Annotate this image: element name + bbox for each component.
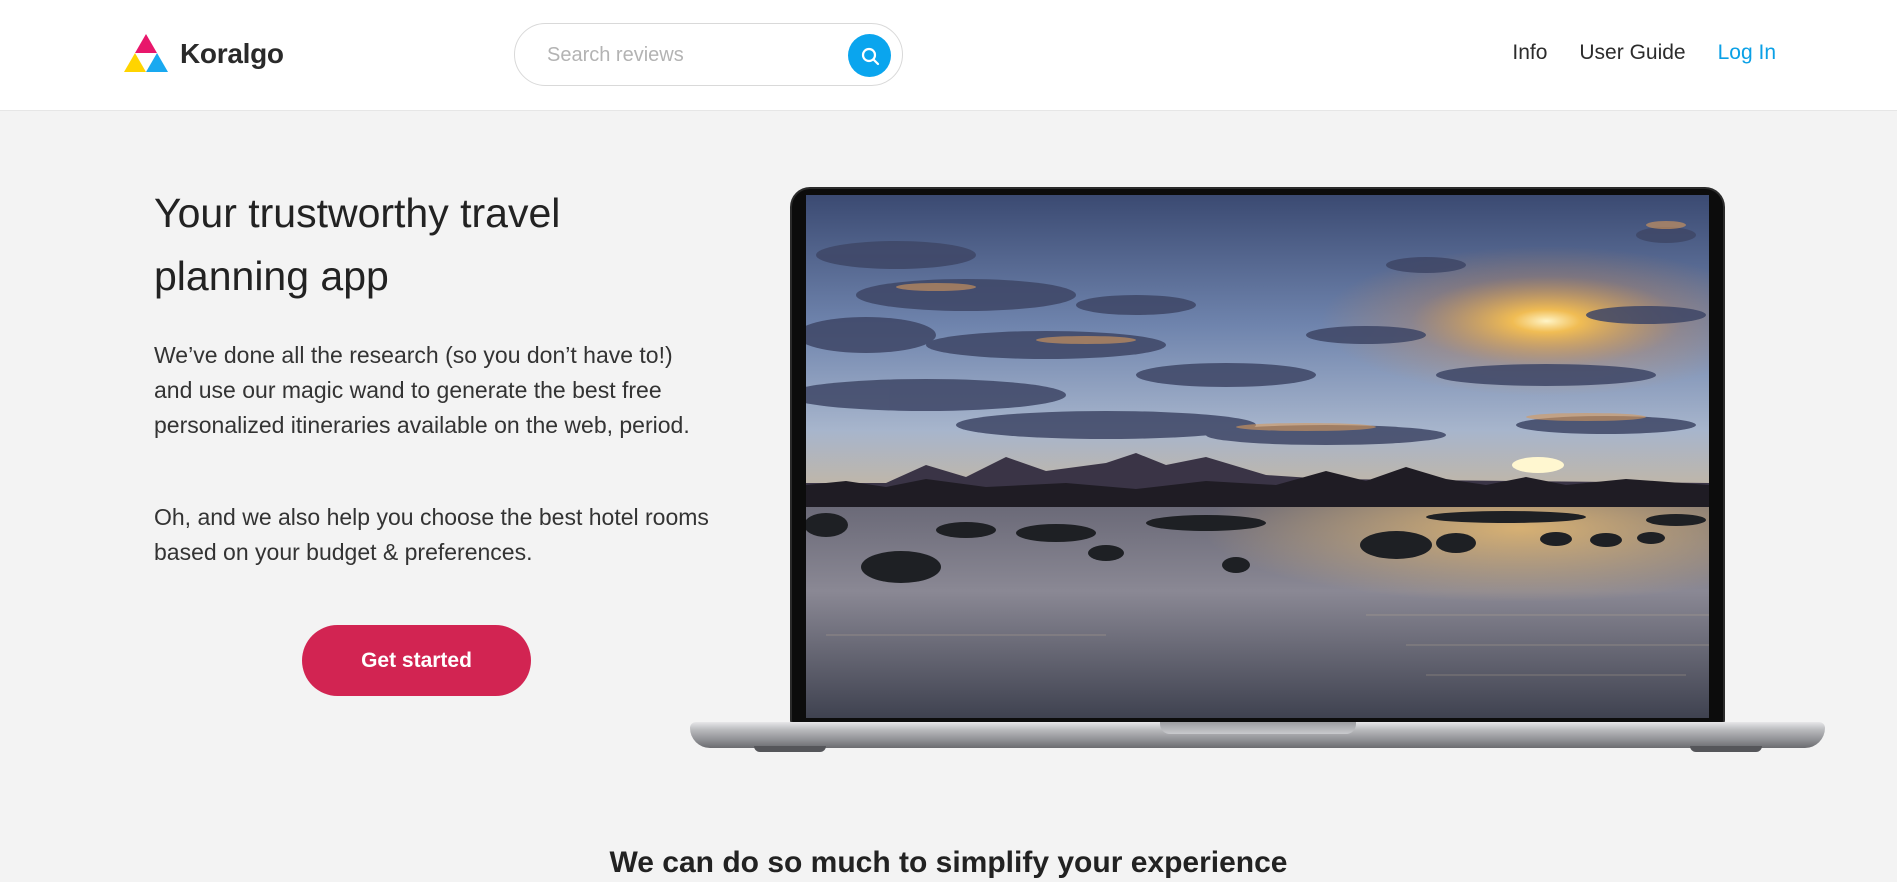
laptop-mockup (690, 188, 1825, 763)
laptop-bezel (792, 189, 1723, 724)
nav-login-link[interactable]: Log In (1718, 41, 1776, 65)
laptop-notch (1160, 722, 1356, 734)
laptop-foot-left (754, 746, 826, 752)
logo[interactable]: Koralgo (124, 34, 284, 74)
get-started-button[interactable]: Get started (302, 625, 531, 696)
section-title: We can do so much to simplify your exper… (609, 846, 1288, 879)
nav-info-link[interactable]: Info (1512, 41, 1547, 65)
hero-paragraph-research: We’ve done all the research (so you don’… (154, 342, 690, 438)
search-input[interactable] (547, 38, 817, 72)
hero-paragraph-hotels: Oh, and we also help you choose the best… (154, 504, 709, 565)
triangle-logo-icon (124, 34, 168, 72)
search-button[interactable] (848, 34, 891, 77)
sunset-lake-photo (806, 195, 1709, 718)
laptop-foot-right (1690, 746, 1762, 752)
brand-name: Koralgo (180, 38, 284, 69)
site-header: Koralgo Info User Guide Log In (0, 0, 1897, 111)
search-icon (861, 47, 879, 65)
main-nav: Info User Guide Log In (1512, 41, 1776, 65)
hero-title: Your trustworthy travel planning app (154, 190, 561, 299)
nav-user-guide-link[interactable]: User Guide (1579, 41, 1685, 65)
search-bar (514, 23, 903, 86)
